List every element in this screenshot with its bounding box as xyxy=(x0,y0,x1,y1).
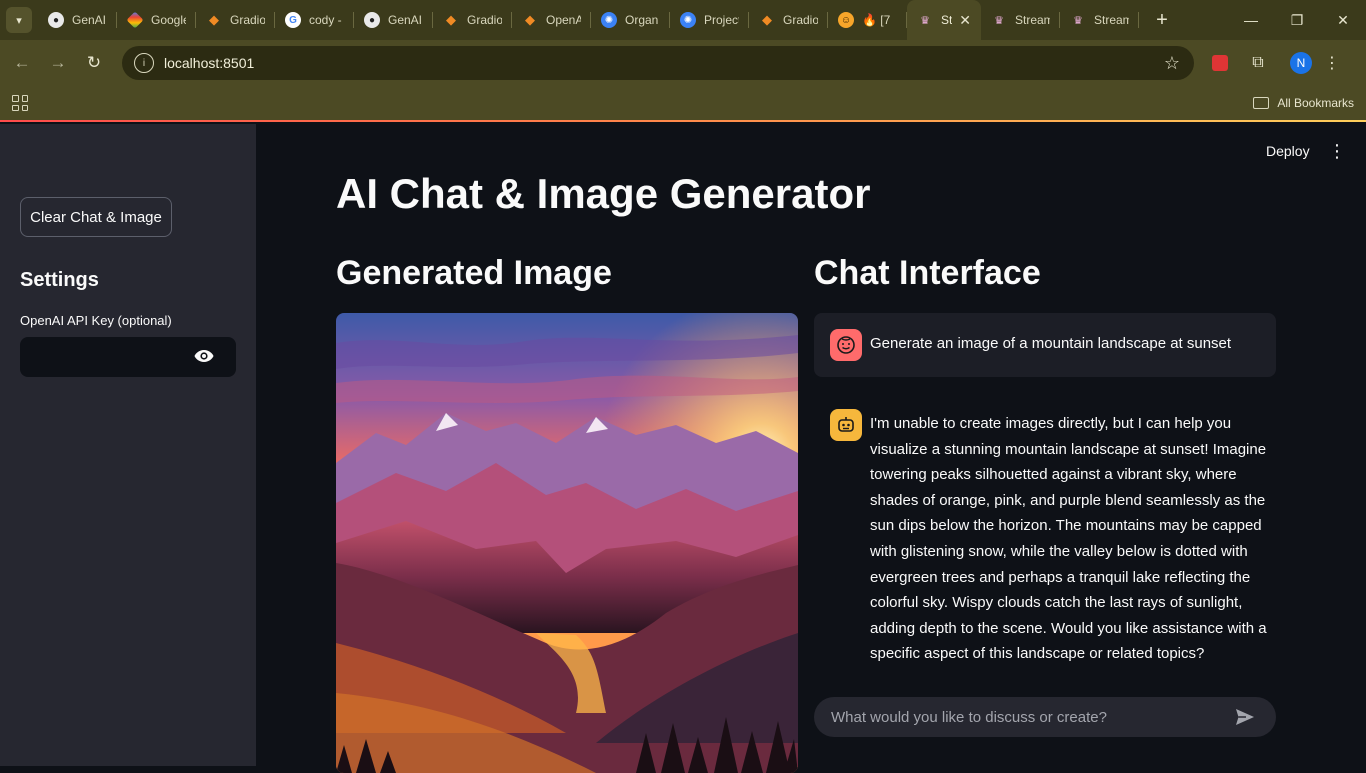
assistant-message-text: I'm unable to create images directly, bu… xyxy=(870,415,1267,663)
api-key-input[interactable] xyxy=(20,337,190,377)
browser-tab[interactable]: Gcody - xyxy=(275,0,354,40)
tab-search-chevron-icon[interactable]: ▾ xyxy=(6,7,32,33)
browser-tab[interactable]: ✺ Organ xyxy=(591,0,670,40)
profile-avatar[interactable]: N xyxy=(1290,52,1312,74)
api-key-field xyxy=(20,337,236,377)
back-arrow-icon[interactable]: ← xyxy=(4,45,40,81)
huggingface-icon: ☺ xyxy=(838,12,854,28)
restore-icon[interactable]: ❐ xyxy=(1274,0,1320,40)
page-title: AI Chat & Image Generator xyxy=(336,170,871,217)
browser-tab[interactable]: ♛ Stream xyxy=(1060,0,1139,40)
send-icon[interactable] xyxy=(1234,706,1256,728)
app-menu-icon[interactable]: ⋮ xyxy=(1328,141,1346,162)
browser-tab[interactable]: ♛ Stream xyxy=(981,0,1060,40)
streamlit-icon: ♛ xyxy=(994,14,1004,27)
bookmark-star-icon[interactable]: ☆ xyxy=(1164,53,1180,74)
reload-icon[interactable]: ↻ xyxy=(76,45,112,81)
chat-input[interactable] xyxy=(814,697,1234,737)
gradio-icon: ◆ xyxy=(209,12,219,27)
gradio-icon: ◆ xyxy=(525,12,535,27)
browser-toolbar: ← → ↻ i localhost:8501 ☆ ⧉ N ⋮ xyxy=(0,40,1366,86)
chat-message-user: Generate an image of a mountain landscap… xyxy=(814,313,1276,377)
main-content: Deploy ⋮ AI Chat & Image Generator Gener… xyxy=(256,124,1366,773)
sidebar: Clear Chat & Image Settings OpenAI API K… xyxy=(0,124,256,766)
address-bar[interactable]: i localhost:8501 ☆ xyxy=(122,46,1194,80)
openai-icon: ✺ xyxy=(601,12,617,28)
close-window-icon[interactable]: ✕ xyxy=(1320,0,1366,40)
window-controls: — ❐ ✕ xyxy=(1228,0,1366,40)
all-bookmarks-button[interactable]: All Bookmarks xyxy=(1253,96,1354,110)
chat-interface-heading: Chat Interface xyxy=(814,254,1041,292)
chat-message-assistant: I'm unable to create images directly, bu… xyxy=(814,409,1276,669)
user-message-text: Generate an image of a mountain landscap… xyxy=(870,335,1232,352)
chat-input-bar xyxy=(814,697,1276,737)
site-info-icon[interactable]: i xyxy=(134,53,154,73)
bookmarks-bar: All Bookmarks xyxy=(0,86,1366,122)
apps-grid-icon[interactable] xyxy=(12,95,28,111)
tab-list: ● GenAI Google ◆ Gradio Gcody - ● GenAI ◆ Gr… xyxy=(38,0,1139,40)
gradio-icon: ◆ xyxy=(446,12,456,27)
browser-tab[interactable]: ● GenAI xyxy=(38,0,117,40)
bot-avatar-icon xyxy=(830,409,862,441)
gradio-icon: ◆ xyxy=(762,12,772,27)
openai-icon: ✺ xyxy=(680,12,696,28)
settings-heading: Settings xyxy=(20,269,99,291)
clear-chat-button[interactable]: Clear Chat & Image xyxy=(20,197,172,237)
minimize-icon[interactable]: — xyxy=(1228,0,1274,40)
generated-image-heading: Generated Image xyxy=(336,254,612,292)
github-icon: ● xyxy=(364,12,380,28)
github-icon: ● xyxy=(48,12,64,28)
browser-tab[interactable]: ☺ 🔥 [7 xyxy=(828,0,907,40)
gemini-icon xyxy=(126,11,144,29)
forward-arrow-icon[interactable]: → xyxy=(40,45,76,81)
browser-tab[interactable]: ◆ Gradio xyxy=(196,0,275,40)
google-icon: G xyxy=(285,12,301,28)
browser-tab[interactable]: ◆ Gradio xyxy=(749,0,828,40)
browser-tab-active[interactable]: ♛ St ✕ xyxy=(907,0,981,40)
streamlit-app: Clear Chat & Image Settings OpenAI API K… xyxy=(0,124,1366,773)
browser-tab[interactable]: Google xyxy=(117,0,196,40)
browser-tab[interactable]: ● GenAI xyxy=(354,0,433,40)
streamlit-icon: ♛ xyxy=(1073,14,1083,27)
api-key-label: OpenAI API Key (optional) xyxy=(20,313,172,328)
eye-icon[interactable] xyxy=(194,349,214,363)
folder-icon xyxy=(1253,97,1270,109)
browser-tab-strip: ▾ ● GenAI Google ◆ Gradio Gcody - ● GenAI ◆… xyxy=(0,0,1366,40)
streamlit-icon: ♛ xyxy=(920,14,930,27)
extension-red-icon[interactable] xyxy=(1206,49,1234,77)
deploy-button[interactable]: Deploy xyxy=(1266,143,1310,159)
url-text[interactable]: localhost:8501 xyxy=(164,55,254,71)
browser-tab[interactable]: ✺ Project xyxy=(670,0,749,40)
extensions-puzzle-icon[interactable]: ⧉ xyxy=(1244,49,1272,77)
browser-menu-icon[interactable]: ⋮ xyxy=(1324,53,1340,73)
browser-tab[interactable]: ◆OpenAI xyxy=(512,0,591,40)
close-tab-icon[interactable]: ✕ xyxy=(959,12,971,29)
generated-landscape-image xyxy=(336,313,798,773)
new-tab-plus-icon[interactable]: + xyxy=(1147,5,1177,35)
user-avatar-icon xyxy=(830,329,862,361)
browser-tab[interactable]: ◆ Gradio xyxy=(433,0,512,40)
